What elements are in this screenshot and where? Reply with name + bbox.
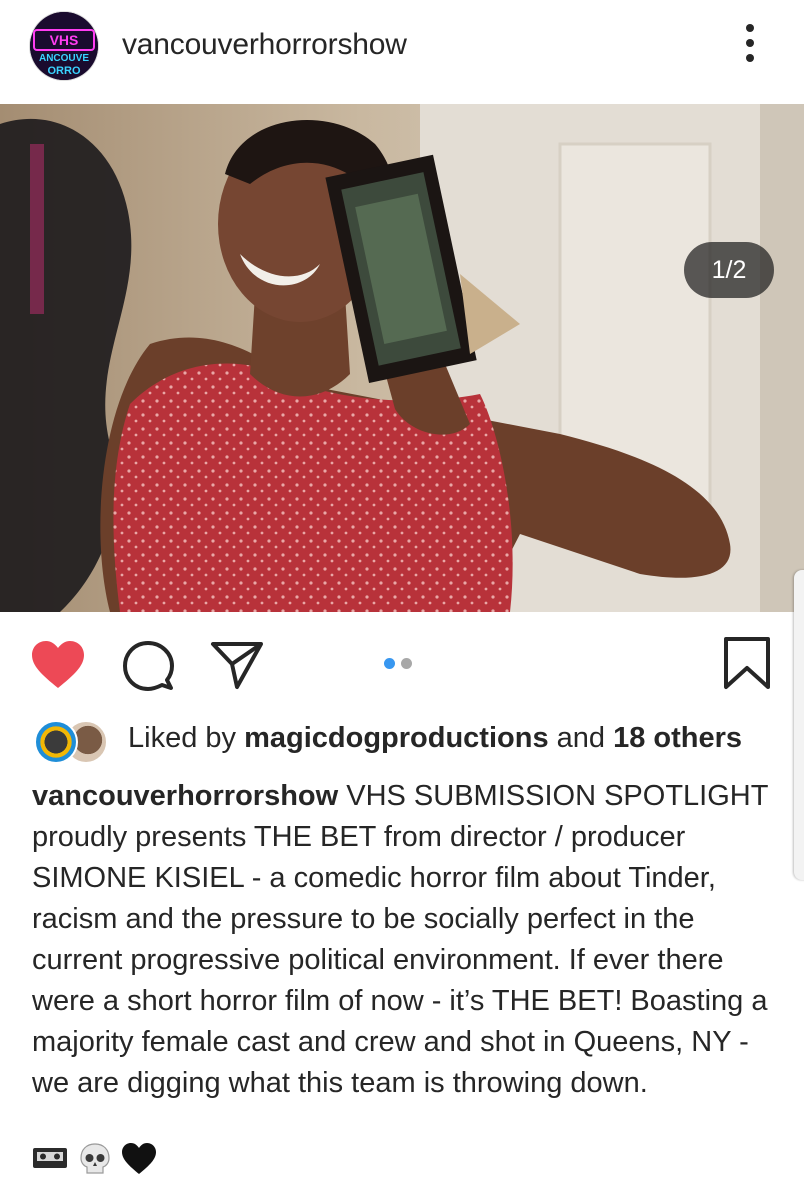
liker-username[interactable]: magicdogproductions <box>244 722 549 754</box>
skull-emoji <box>80 1143 110 1174</box>
post-caption: vancouverhorrorshow VHS SUBMISSION SPOTL… <box>32 776 780 1104</box>
caption-emojis <box>32 1142 232 1182</box>
heart-filled-icon[interactable] <box>30 640 86 690</box>
caption-username[interactable]: vancouverhorrorshow <box>32 780 338 812</box>
likes-others-count[interactable]: 18 others <box>613 722 742 754</box>
carousel-indicator <box>384 656 424 670</box>
liker-avatar[interactable] <box>34 720 78 764</box>
post-image[interactable]: 1/2 <box>0 104 804 612</box>
profile-avatar[interactable]: VHS ANCOUVE ORRO <box>30 12 98 80</box>
photo-illustration <box>0 104 804 612</box>
carousel-dot <box>401 658 412 669</box>
post-header: VHS ANCOUVE ORRO vancouverhorrorshow <box>0 0 804 104</box>
likes-prefix: Liked by <box>128 722 245 754</box>
caption-text: VHS SUBMISSION SPOTLIGHT proudly present… <box>32 780 768 1099</box>
more-vertical-icon[interactable] <box>738 24 762 68</box>
videocassette-emoji <box>33 1148 67 1168</box>
svg-text:ANCOUVE: ANCOUVE <box>39 53 89 64</box>
black-heart-emoji <box>122 1143 156 1174</box>
header-username[interactable]: vancouverhorrorshow <box>122 28 407 62</box>
likes-row: Liked by magicdogproductions and 18 othe… <box>32 718 792 766</box>
bookmark-icon[interactable] <box>722 636 772 690</box>
svg-text:ORRO: ORRO <box>48 65 81 77</box>
comment-icon[interactable] <box>122 640 174 692</box>
carousel-dot-active <box>384 658 395 669</box>
svg-text:VHS: VHS <box>50 32 79 48</box>
carousel-counter: 1/2 <box>684 242 774 298</box>
likes-middle: and <box>548 722 614 754</box>
paper-plane-icon[interactable] <box>210 640 264 690</box>
scrollbar-handle[interactable] <box>794 570 804 880</box>
vhs-logo-icon: VHS ANCOUVE ORRO <box>30 12 98 80</box>
likes-summary[interactable]: Liked by magicdogproductions and 18 othe… <box>128 722 742 755</box>
